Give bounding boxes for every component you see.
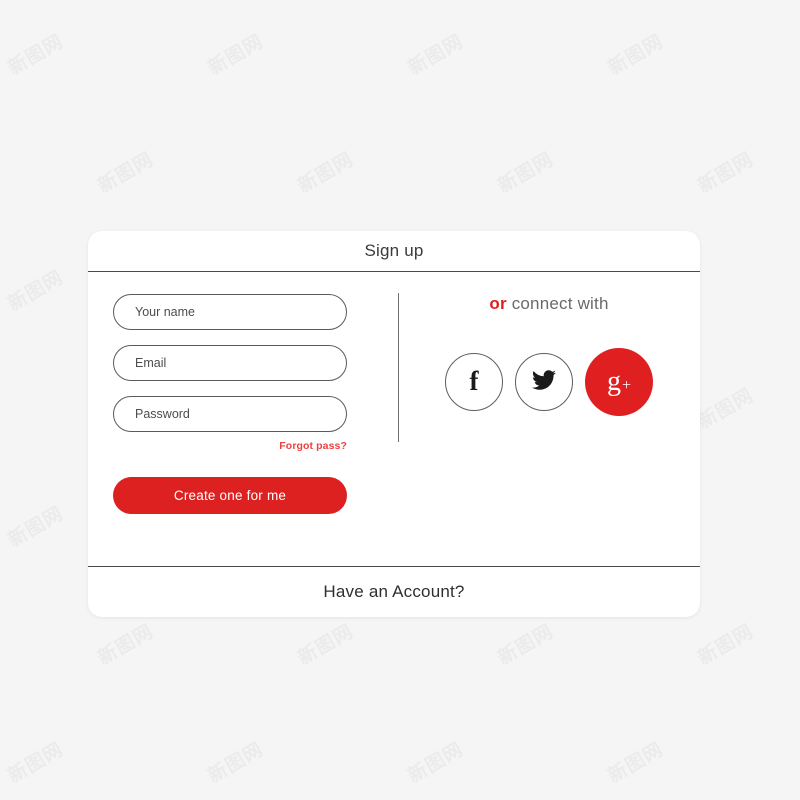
watermark-text: 新图网 [494,148,558,198]
watermark-text: 新图网 [4,266,68,316]
column-divider [398,293,399,442]
social-buttons-row: f g + [445,348,653,416]
email-placeholder: Email [135,356,167,370]
have-account-link[interactable]: Have an Account? [323,582,464,602]
password-field[interactable]: Password [113,396,347,432]
twitter-login-button[interactable] [515,353,573,411]
watermark-text: 新图网 [94,620,158,670]
watermark-text: 新图网 [294,148,358,198]
watermark-text: 新图网 [204,738,268,788]
connect-with-heading: or connect with [489,294,608,314]
watermark-text: 新图网 [694,384,758,434]
your-name-field[interactable]: Your name [113,294,347,330]
forgot-password-link[interactable]: Forgot pass? [279,440,347,452]
create-account-button[interactable]: Create one for me [113,477,347,514]
twitter-icon [532,368,556,397]
watermark-text: 新图网 [94,148,158,198]
google-plus-login-button[interactable]: g + [585,348,653,416]
create-account-button-label: Create one for me [173,488,287,503]
watermark-text: 新图网 [404,30,468,80]
google-plus-superscript: + [621,377,632,394]
watermark-text: 新图网 [694,148,758,198]
connect-with-rest: connect with [506,294,609,313]
card-footer[interactable]: Have an Account? [88,567,700,617]
password-placeholder: Password [135,407,190,421]
google-plus-letter: g [606,366,621,397]
facebook-login-button[interactable]: f [445,353,503,411]
facebook-icon: f [469,365,479,396]
signup-card: Sign up Your name Email Password Forgot … [88,231,700,617]
watermark-text: 新图网 [694,620,758,670]
watermark-text: 新图网 [494,620,558,670]
watermark-text: 新图网 [404,738,468,788]
watermark-text: 新图网 [4,30,68,80]
watermark-text: 新图网 [4,738,68,788]
social-column: or connect with f g + [398,272,700,566]
google-plus-icon: g + [607,368,631,396]
forgot-password-row: Forgot pass? [113,440,347,452]
watermark-text: 新图网 [4,502,68,552]
watermark-text: 新图网 [294,620,358,670]
connect-with-accent: or [489,294,507,313]
form-column: Your name Email Password Forgot pass? Cr… [88,272,398,566]
watermark-text: 新图网 [604,738,668,788]
email-field[interactable]: Email [113,345,347,381]
card-header: Sign up [88,231,700,271]
your-name-placeholder: Your name [135,305,195,319]
watermark-text: 新图网 [604,30,668,80]
card-body: Your name Email Password Forgot pass? Cr… [88,272,700,566]
page-title: Sign up [364,241,424,260]
watermark-text: 新图网 [204,30,268,80]
